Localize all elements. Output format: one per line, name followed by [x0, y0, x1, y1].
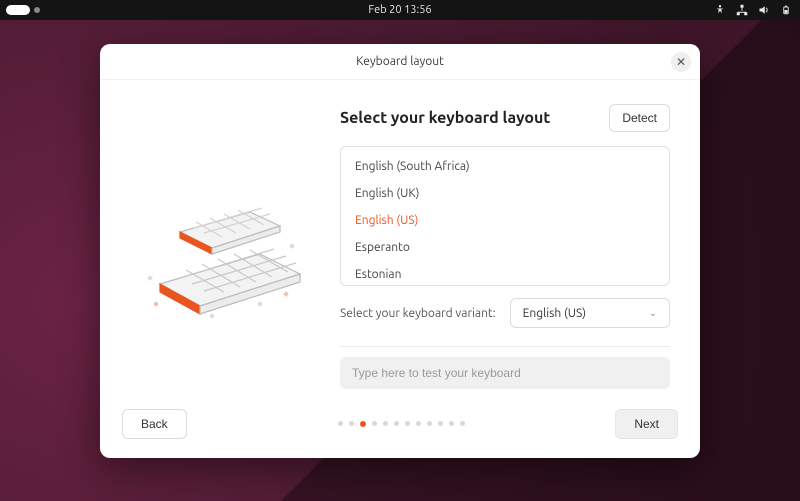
status-area[interactable] — [714, 0, 792, 20]
layout-option[interactable]: Esperanto — [341, 234, 669, 261]
volume-icon — [758, 4, 770, 16]
layout-option[interactable]: English (UK) — [341, 180, 669, 207]
installer-dialog: Keyboard layout ✕ — [100, 44, 700, 458]
keyboard-test-input[interactable] — [340, 357, 670, 389]
power-icon — [780, 4, 792, 16]
dialog-header: Keyboard layout ✕ — [100, 44, 700, 80]
layout-listbox[interactable]: English (South Africa) English (UK) Engl… — [340, 146, 670, 286]
keyboard-layers-icon — [140, 174, 320, 324]
keyboard-panel: Select your keyboard layout Detect Engli… — [330, 104, 670, 394]
close-icon: ✕ — [676, 55, 686, 69]
panel-heading: Select your keyboard layout — [340, 109, 550, 127]
dialog-footer: Back Next — [100, 402, 700, 458]
next-button[interactable]: Next — [615, 409, 678, 439]
variant-select[interactable]: English (US) ⌄ — [510, 298, 670, 328]
chevron-down-icon: ⌄ — [649, 307, 657, 319]
dialog-body: Select your keyboard layout Detect Engli… — [100, 80, 700, 402]
layout-option-selected[interactable]: English (US) — [341, 207, 669, 234]
dialog-title: Keyboard layout — [356, 55, 444, 68]
close-button[interactable]: ✕ — [671, 52, 691, 72]
layout-option[interactable]: English (South Africa) — [341, 153, 669, 180]
workspace-dot-icon — [34, 7, 40, 13]
clock-datetime[interactable]: Feb 20 13:56 — [368, 4, 431, 16]
variant-label: Select your keyboard variant: — [340, 307, 496, 320]
activities-pill-icon — [6, 5, 30, 15]
accessibility-icon — [714, 4, 726, 16]
layout-option[interactable]: Estonian — [341, 261, 669, 286]
step-pager — [338, 421, 465, 427]
activities-corner[interactable] — [6, 0, 40, 20]
keyboard-illustration — [130, 104, 330, 394]
detect-button[interactable]: Detect — [609, 104, 670, 132]
back-button[interactable]: Back — [122, 409, 187, 439]
variant-value: English (US) — [523, 307, 586, 320]
gnome-top-bar: Feb 20 13:56 — [0, 0, 800, 20]
divider — [340, 346, 670, 347]
network-wired-icon — [736, 4, 748, 16]
